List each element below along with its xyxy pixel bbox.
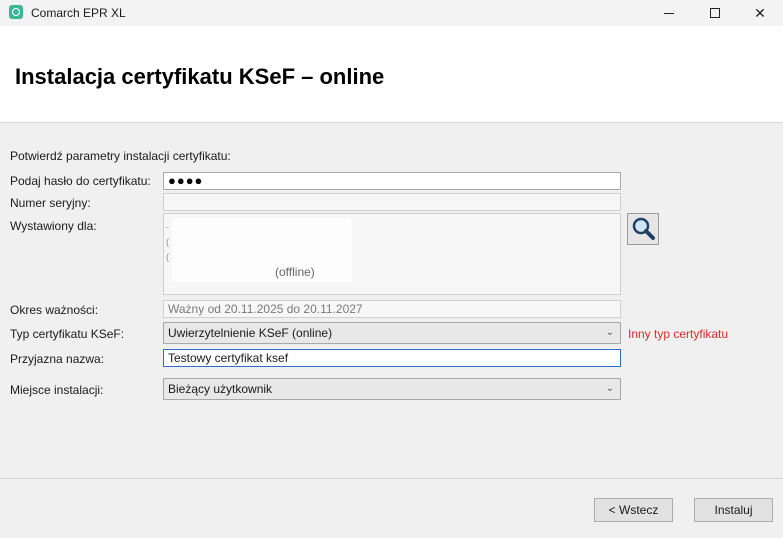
close-icon: ✕	[754, 4, 766, 21]
wizard-header: Instalacja certyfikatu KSeF – online	[0, 26, 783, 123]
title-bar: Comarch EPR XL ✕	[0, 0, 783, 26]
friendly-name-label: Przyjazna nazwa:	[10, 352, 105, 366]
friendly-name-input[interactable]: Testowy certyfikat ksef	[163, 349, 621, 367]
serial-field	[163, 193, 621, 211]
redacted-mark: (	[166, 237, 169, 247]
redacted-mark: (	[166, 252, 169, 262]
cert-type-label: Typ certyfikatu KSeF:	[10, 327, 125, 341]
magnifier-icon	[632, 217, 655, 240]
issued-for-label: Wystawiony dla:	[10, 219, 97, 233]
install-location-select[interactable]: Bieżący użytkownik ⌄	[163, 378, 621, 400]
chevron-down-icon: ⌄	[605, 327, 614, 338]
app-logo-icon	[9, 5, 23, 19]
install-location-value: Bieżący użytkownik	[168, 382, 273, 396]
validity-field: Ważny od 20.11.2025 do 20.11.2027	[163, 300, 621, 318]
minimize-icon	[664, 12, 674, 14]
redacted-mark: -	[166, 222, 169, 232]
password-label: Podaj hasło do certyfikatu:	[10, 174, 151, 188]
intro-text: Potwierdź parametry instalacji certyfika…	[10, 149, 231, 163]
cert-type-select[interactable]: Uwierzytelnienie KSeF (online) ⌄	[163, 322, 621, 344]
wizard-footer: < Wstecz Instaluj	[0, 478, 783, 538]
chevron-down-icon: ⌄	[605, 383, 614, 394]
back-button[interactable]: < Wstecz	[594, 498, 673, 522]
form-panel: Potwierdź parametry instalacji certyfika…	[0, 124, 783, 478]
minimize-button[interactable]	[646, 0, 692, 26]
maximize-icon	[710, 8, 720, 18]
other-cert-type-link[interactable]: Inny typ certyfikatu	[628, 327, 728, 341]
install-location-label: Miejsce instalacji:	[10, 383, 104, 397]
validity-label: Okres ważności:	[10, 303, 99, 317]
password-value: ●●●●	[168, 173, 204, 188]
issued-for-status: (offline)	[275, 265, 315, 279]
search-button[interactable]	[627, 213, 659, 245]
close-button[interactable]: ✕	[737, 0, 783, 26]
install-button[interactable]: Instaluj	[694, 498, 773, 522]
issued-for-box	[163, 213, 621, 295]
window-title: Comarch EPR XL	[31, 6, 126, 20]
serial-label: Numer seryjny:	[10, 196, 91, 210]
cert-type-value: Uwierzytelnienie KSeF (online)	[168, 326, 333, 340]
password-field[interactable]: ●●●●	[163, 172, 621, 190]
redacted-area	[172, 218, 352, 282]
page-title: Instalacja certyfikatu KSeF – online	[15, 64, 385, 89]
maximize-button[interactable]	[692, 0, 738, 26]
